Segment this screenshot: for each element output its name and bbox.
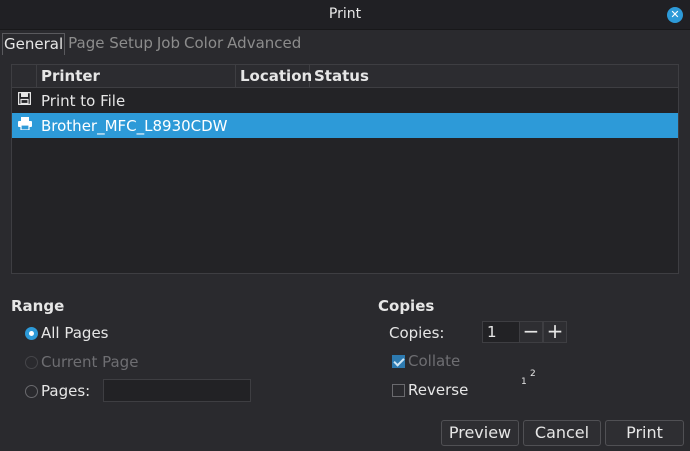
printer-name: Print to File xyxy=(41,91,126,110)
radio-label: All Pages xyxy=(41,324,109,342)
collate-label: Collate xyxy=(408,352,461,370)
tab-job[interactable]: Job xyxy=(156,33,181,55)
close-icon: ✕ xyxy=(670,8,680,21)
print-button[interactable]: Print xyxy=(605,420,684,446)
collate-checkbox[interactable] xyxy=(392,354,405,368)
printer-name: Brother_MFC_L8930CDW xyxy=(41,116,228,135)
pages-range-input[interactable] xyxy=(103,379,251,402)
radio-button[interactable] xyxy=(25,326,38,340)
reverse-checkbox[interactable] xyxy=(392,383,405,397)
radio-all-pages[interactable]: All Pages xyxy=(25,324,109,342)
radio-label: Current Page xyxy=(41,353,139,371)
header-icon-column xyxy=(12,65,37,87)
tab-bar: General Page Setup Job Color Advanced xyxy=(2,33,304,55)
tab-color[interactable]: Color xyxy=(183,33,224,55)
reverse-checkbox-row[interactable]: Reverse xyxy=(392,381,468,399)
tab-page-setup[interactable]: Page Setup xyxy=(67,33,154,55)
radio-pages[interactable]: Pages: xyxy=(25,382,90,400)
copies-label-text: Copies: xyxy=(389,324,445,342)
reverse-label: Reverse xyxy=(408,381,469,399)
preview-button[interactable]: Preview xyxy=(441,420,519,446)
radio-label: Pages: xyxy=(41,382,91,400)
tab-general[interactable]: General xyxy=(2,33,66,55)
copies-group-title: Copies xyxy=(378,297,435,315)
copies-spinbox[interactable] xyxy=(482,321,520,343)
header-printer[interactable]: Printer xyxy=(37,65,236,87)
save-icon xyxy=(12,91,37,109)
collate-preview-icon: 1 xyxy=(521,377,527,387)
decrement-button[interactable]: − xyxy=(519,321,543,343)
window-title: Print xyxy=(328,6,362,22)
printer-row-print-to-file[interactable]: Print to File xyxy=(12,88,678,113)
collate-checkbox-row[interactable]: Collate xyxy=(392,352,460,370)
printer-list-header: Printer Location Status xyxy=(12,65,678,88)
title-bar: Print ✕ xyxy=(0,0,690,30)
minus-icon: − xyxy=(522,319,540,343)
radio-button[interactable] xyxy=(25,384,38,398)
collate-preview-icon: 2 xyxy=(530,369,536,379)
increment-button[interactable]: + xyxy=(543,321,567,343)
printer-icon xyxy=(12,117,37,134)
range-group-title: Range xyxy=(11,297,65,315)
radio-button xyxy=(25,355,38,369)
header-location[interactable]: Location xyxy=(236,65,312,87)
tab-advanced[interactable]: Advanced xyxy=(226,33,302,55)
radio-current-page: Current Page xyxy=(25,353,138,371)
plus-icon: + xyxy=(546,319,564,343)
cancel-button[interactable]: Cancel xyxy=(523,420,601,446)
printer-row-brother[interactable]: Brother_MFC_L8930CDW xyxy=(12,113,678,138)
header-status[interactable]: Status xyxy=(310,65,678,87)
copies-label: Copies: xyxy=(389,324,444,342)
close-button[interactable]: ✕ xyxy=(667,7,683,23)
printer-list[interactable]: Printer Location Status Print to File Br… xyxy=(11,64,679,274)
